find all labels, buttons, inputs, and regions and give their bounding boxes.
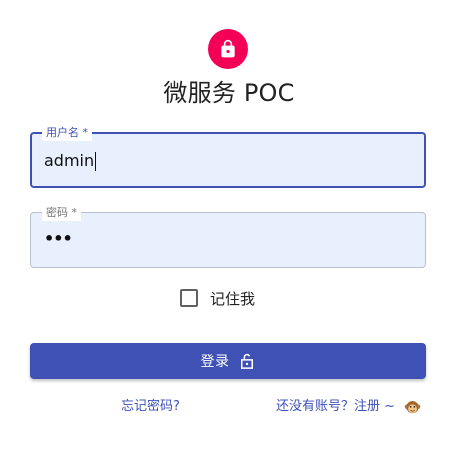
- register-link-label: 还没有账号？注册 ~: [276, 399, 396, 414]
- lock-icon: [221, 39, 235, 58]
- password-label: 密码 *: [42, 205, 81, 221]
- login-page: 微服务 POC 用户名 * admin 密码 * ••• 记住我 登录 忘记密码…: [0, 0, 468, 468]
- remember-me-checkbox[interactable]: [180, 289, 198, 307]
- username-value: admin: [44, 151, 95, 170]
- lock-open-icon: [240, 353, 253, 369]
- remember-me-label: 记住我: [210, 289, 256, 308]
- forgot-password-link[interactable]: 忘记密码?: [121, 398, 180, 416]
- password-field[interactable]: 密码 * •••: [30, 205, 426, 268]
- username-label: 用户名 *: [42, 125, 92, 141]
- username-field[interactable]: 用户名 * admin: [30, 125, 426, 188]
- login-button[interactable]: 登录: [30, 343, 426, 379]
- register-link[interactable]: 还没有账号？注册 ~: [276, 398, 421, 416]
- page-title: 微服务 POC: [163, 79, 295, 107]
- text-caret: [95, 151, 97, 171]
- monkey-emoji-icon: [404, 400, 421, 413]
- password-input[interactable]: •••: [44, 229, 73, 249]
- login-button-label: 登录: [200, 353, 230, 369]
- avatar: [208, 29, 248, 69]
- username-input[interactable]: admin: [44, 151, 97, 171]
- remember-me[interactable]: 记住我: [180, 288, 255, 308]
- password-masked-value: •••: [44, 229, 73, 248]
